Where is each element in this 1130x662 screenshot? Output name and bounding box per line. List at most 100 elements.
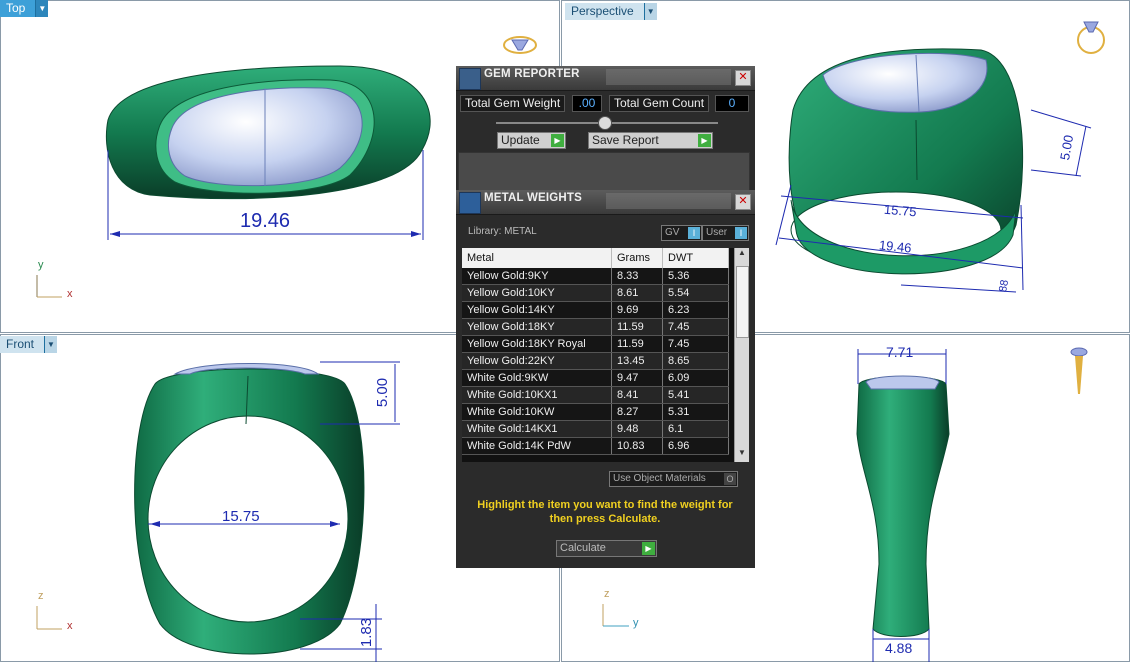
use-object-materials-toggle[interactable]: Use Object Materials O [609,471,738,487]
user-toggle[interactable]: User I [702,225,749,241]
metal-table-container[interactable]: Metal Grams DWT Yellow Gold:9KY 8.33 5.36 Y… [462,248,749,462]
hint-text: Highlight the item you want to find the … [477,499,733,525]
play-icon: ▶ [551,134,564,147]
perspective-dim-d: 88 [997,278,1012,294]
gv-toggle[interactable]: GV I [661,225,702,241]
front-width-label: 15.75 [222,508,260,525]
front-height-label: 5.00 [374,377,392,408]
perspective-dim-a: 15.75 [883,201,918,220]
grams-cell: 9.69 [611,301,663,319]
total-gem-weight-field: Total Gem Weight .00 [460,95,608,112]
dwt-cell: 6.23 [662,301,729,319]
column-header-grams[interactable]: Grams [611,248,663,268]
axis-z-label: z [38,590,44,602]
table-row[interactable]: White Gold:14K PdW 10.83 6.96 [462,437,729,455]
metal-table: Metal Grams DWT Yellow Gold:9KY 8.33 5.36 Y… [462,248,729,455]
column-header-dwt[interactable]: DWT [662,248,729,268]
table-row[interactable]: White Gold:9KW 9.47 6.09 [462,369,729,387]
table-row[interactable]: White Gold:10KW 8.27 5.31 [462,403,729,421]
axis-x-label: x [67,620,73,632]
metal-name-cell: White Gold:9KW [462,369,612,387]
close-icon[interactable]: ✕ [735,70,751,86]
metal-name-cell: Yellow Gold:14KY [462,301,612,319]
grams-cell: 13.45 [611,352,663,370]
metal-name-cell: Yellow Gold:18KY Royal [462,335,612,353]
grams-cell: 9.48 [611,420,663,438]
total-gem-count-field: Total Gem Count 0 [609,95,753,112]
dwt-cell: 6.96 [662,437,729,455]
metal-name-cell: Yellow Gold:10KY [462,284,612,302]
save-report-button[interactable]: Save Report ▶ [588,132,713,149]
metal-weights-title: METAL WEIGHTS [484,192,583,204]
metal-name-cell: Yellow Gold:18KY [462,318,612,336]
table-scrollbar[interactable]: ▲ ▼ [734,248,749,462]
scale-icon [459,192,481,214]
dwt-cell: 5.36 [662,268,729,285]
user-toggle-label: User [706,227,728,238]
metal-name-cell: Yellow Gold:22KY [462,352,612,370]
table-row[interactable]: Yellow Gold:22KY 13.45 8.65 [462,352,729,370]
gem-reporter-title: GEM REPORTER [484,68,580,80]
scrollbar-thumb[interactable] [736,266,749,338]
grams-cell: 8.27 [611,403,663,421]
table-row[interactable]: Yellow Gold:9KY 8.33 5.36 [462,268,729,285]
dwt-cell: 6.1 [662,420,729,438]
titlebar-band [606,193,731,209]
titlebar-band [606,69,731,85]
calculate-button[interactable]: Calculate ▶ [556,540,657,557]
ring-icon [1070,347,1088,394]
slider-handle[interactable] [598,116,612,130]
dwt-cell: 7.45 [662,318,729,336]
close-icon[interactable]: ✕ [735,194,751,210]
toggle-switch-icon: I [688,227,700,239]
update-button[interactable]: Update ▶ [497,132,566,149]
play-icon: ▶ [698,134,711,147]
scroll-down-icon[interactable]: ▼ [735,448,749,462]
metal-name-cell: White Gold:14K PdW [462,437,612,455]
metal-name-cell: Yellow Gold:9KY [462,268,612,285]
calculate-button-label: Calculate [560,542,606,554]
table-row[interactable]: Yellow Gold:10KY 8.61 5.54 [462,284,729,302]
dwt-cell: 5.41 [662,386,729,404]
dwt-cell: 6.09 [662,369,729,387]
metal-name-cell: White Gold:10KX1 [462,386,612,404]
dwt-cell: 8.65 [662,352,729,370]
axis-y-label: y [633,617,639,629]
grams-cell: 8.33 [611,268,663,285]
ring-icon [503,36,537,54]
total-gem-weight-label: Total Gem Weight [460,95,566,112]
front-band-label: 1.83 [358,617,376,648]
grams-cell: 11.59 [611,318,663,336]
top-dimension-label: 19.46 [240,210,291,232]
metal-weights-titlebar[interactable]: METAL WEIGHTS ✕ [456,190,755,215]
table-row[interactable]: White Gold:10KX1 8.41 5.41 [462,386,729,404]
table-row[interactable]: Yellow Gold:14KY 9.69 6.23 [462,301,729,319]
gem-report-area [458,152,750,192]
total-gem-count-value: 0 [715,95,749,112]
axis-y-label: y [38,259,44,271]
column-header-metal[interactable]: Metal [462,248,612,268]
scroll-up-icon[interactable]: ▲ [735,248,749,262]
axis-z-label: z [604,588,610,600]
table-header: Metal Grams DWT [462,248,729,268]
dwt-cell: 5.54 [662,284,729,302]
library-label: Library: METAL [468,226,537,237]
right-top-dim-label: 7.71 [886,344,914,360]
grams-cell: 10.83 [611,437,663,455]
play-icon: ▶ [642,542,655,555]
table-row[interactable]: White Gold:14KX1 9.48 6.1 [462,420,729,438]
right-bottom-dim-label: 4.88 [885,640,913,656]
gem-reporter-titlebar[interactable]: GEM REPORTER ✕ [456,66,755,91]
grams-cell: 9.47 [611,369,663,387]
total-gem-weight-value: .00 [572,95,602,112]
grams-cell: 11.59 [611,335,663,353]
total-gem-count-label: Total Gem Count [609,95,710,112]
table-row[interactable]: Yellow Gold:18KY 11.59 7.45 [462,318,729,336]
toggle-switch-icon: I [735,227,747,239]
axis-x-label: x [67,288,73,300]
table-row[interactable]: Yellow Gold:18KY Royal 11.59 7.45 [462,335,729,353]
gem-reporter-icon [459,68,481,90]
grams-cell: 8.61 [611,284,663,302]
save-report-button-label: Save Report [592,133,659,147]
gv-toggle-label: GV [665,227,680,238]
